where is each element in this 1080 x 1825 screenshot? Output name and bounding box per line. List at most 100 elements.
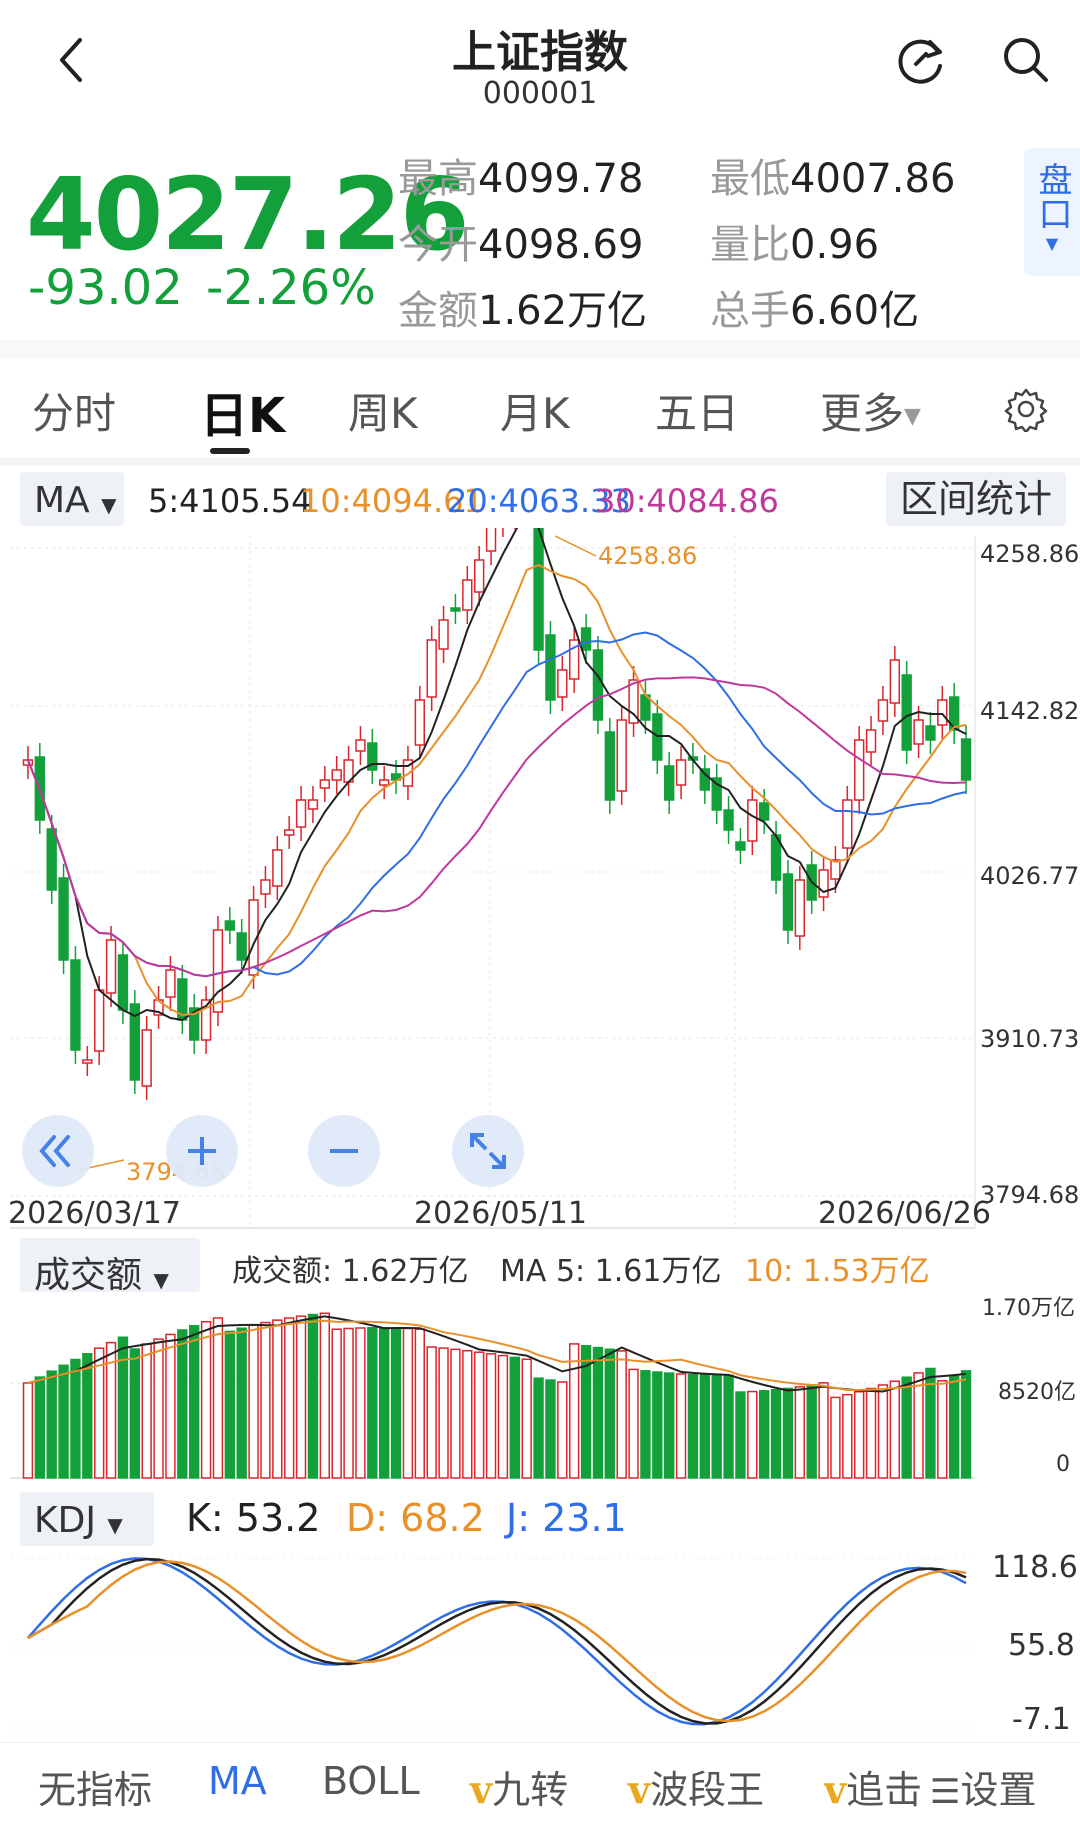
volume-bar <box>854 1390 865 1479</box>
ma5-value: 5:4105.54 <box>148 482 312 520</box>
candle-body <box>747 799 758 842</box>
kdj-j-line <box>26 1557 967 1726</box>
stat-value: 6.60亿 <box>790 288 920 334</box>
volume-bar <box>830 1396 841 1479</box>
v-badge-icon: v <box>824 1767 847 1812</box>
volume-bar <box>628 1368 639 1479</box>
indicator-jiuzhuan[interactable]: v九转 <box>470 1759 568 1814</box>
search-icon[interactable] <box>996 30 1056 90</box>
volume-bar <box>355 1327 366 1479</box>
candle-body <box>462 579 473 611</box>
scroll-left-button[interactable] <box>22 1115 94 1187</box>
stat-value: 0.96 <box>790 222 880 268</box>
ma-line <box>27 528 967 1022</box>
stat-total-hands: 总手6.60亿 <box>710 278 919 336</box>
candle-body <box>260 879 271 895</box>
tab-daily-k[interactable]: 日K <box>200 376 285 446</box>
volume-amount: 成交额: 1.62万亿 <box>232 1254 469 1289</box>
chart-area[interactable] <box>0 528 1080 1742</box>
volume-bar <box>557 1381 568 1479</box>
candle-body <box>699 768 710 791</box>
volume-bar <box>117 1336 129 1479</box>
caret-down-icon: ▼ <box>153 1268 169 1292</box>
candle-body <box>937 699 948 726</box>
candle-body <box>46 828 57 891</box>
range-stats-button[interactable]: 区间统计 <box>886 472 1066 526</box>
stat-value: 4098.69 <box>478 222 644 268</box>
candle-body <box>284 829 295 836</box>
candle-body <box>414 699 425 746</box>
volume-bar <box>438 1347 449 1479</box>
stat-volume-ratio: 量比0.96 <box>710 212 879 270</box>
volume-bar <box>664 1372 675 1479</box>
candle-body <box>854 739 865 801</box>
volume-selector[interactable]: 成交额 ▼ <box>20 1238 200 1296</box>
volume-bar <box>22 1382 34 1479</box>
ma-lines <box>27 528 967 1173</box>
volume-bar <box>224 1330 235 1479</box>
volume-y-label: 1.70万亿 <box>982 1296 1075 1321</box>
tab-more[interactable]: 更多▼ <box>820 380 921 441</box>
volume-bar <box>604 1348 615 1479</box>
volume-bar <box>319 1312 330 1479</box>
candle-body <box>925 725 936 741</box>
volume-bar <box>949 1375 960 1479</box>
candle-body <box>272 849 283 887</box>
volume-bar <box>770 1389 782 1479</box>
volume-bar <box>877 1384 889 1479</box>
volume-bar <box>474 1351 485 1479</box>
stat-label: 总手 <box>710 288 790 334</box>
refresh-icon[interactable] <box>890 30 950 90</box>
kdj-selector-label: KDJ <box>34 1500 96 1541</box>
candle-body <box>901 674 912 751</box>
indicator-none[interactable]: 无指标 <box>38 1759 152 1814</box>
kdj-lines <box>10 1557 975 1729</box>
indicator-zhui[interactable]: v追击 <box>824 1759 920 1814</box>
period-tabs: 分时 日K 周K 月K 五日 更多▼ <box>0 358 1080 458</box>
tab-weekly-k[interactable]: 周K <box>348 380 418 441</box>
kdj-selector[interactable]: KDJ ▼ <box>20 1492 154 1546</box>
volume-bar <box>46 1370 57 1479</box>
volume-bar <box>70 1358 81 1479</box>
volume-bar <box>94 1347 105 1479</box>
candle-body <box>735 841 746 851</box>
quote-panel: 4027.26 -93.02 -2.26% 最高4099.78 最低4007.8… <box>0 130 1080 340</box>
x-axis-date: 2026/06/26 <box>818 1196 991 1231</box>
candle-body <box>664 765 675 801</box>
volume-bar <box>616 1350 627 1479</box>
settings-list-icon: ☰ <box>930 1772 961 1812</box>
y-axis-label: 4026.77 <box>980 862 1080 890</box>
kdj-j-value: J: 23.1 <box>506 1496 627 1540</box>
stat-value: 1.62万亿 <box>478 288 648 334</box>
tab-monthly-k[interactable]: 月K <box>500 380 570 441</box>
volume-bar <box>675 1373 687 1479</box>
candle-body <box>224 920 235 931</box>
volume-bar <box>652 1371 663 1479</box>
pankou-button[interactable]: 盘口 ▼ <box>1024 148 1080 276</box>
ma-selector[interactable]: MA ▼ <box>20 472 124 526</box>
gear-icon[interactable] <box>1003 386 1049 432</box>
volume-bar <box>307 1313 319 1479</box>
volume-bar <box>592 1346 604 1479</box>
zoom-in-button[interactable] <box>166 1115 238 1187</box>
indicator-settings[interactable]: ☰设置 <box>926 1759 1037 1814</box>
volume-bar <box>937 1380 948 1479</box>
indicator-boll[interactable]: BOLL <box>322 1759 420 1803</box>
volume-bar <box>343 1327 354 1479</box>
tab-five-day[interactable]: 五日 <box>655 380 739 441</box>
indicator-boduanwang[interactable]: v波段王 <box>628 1759 764 1814</box>
volume-bar <box>34 1376 45 1479</box>
price-change: -93.02 <box>28 260 183 316</box>
volume-ma10: 10: 1.53万亿 <box>745 1254 930 1289</box>
indicator-ma[interactable]: MA <box>208 1759 267 1803</box>
tab-fenshi[interactable]: 分时 <box>32 380 116 441</box>
zoom-out-button[interactable] <box>308 1115 380 1187</box>
ma-selector-label: MA <box>34 480 90 521</box>
tab-more-label: 更多 <box>820 389 905 438</box>
volume-bar <box>545 1379 556 1479</box>
volume-bar <box>711 1374 722 1479</box>
volume-bar <box>284 1317 295 1479</box>
volume-bar <box>414 1328 425 1479</box>
candle-body <box>58 877 69 961</box>
fullscreen-button[interactable] <box>452 1115 524 1187</box>
